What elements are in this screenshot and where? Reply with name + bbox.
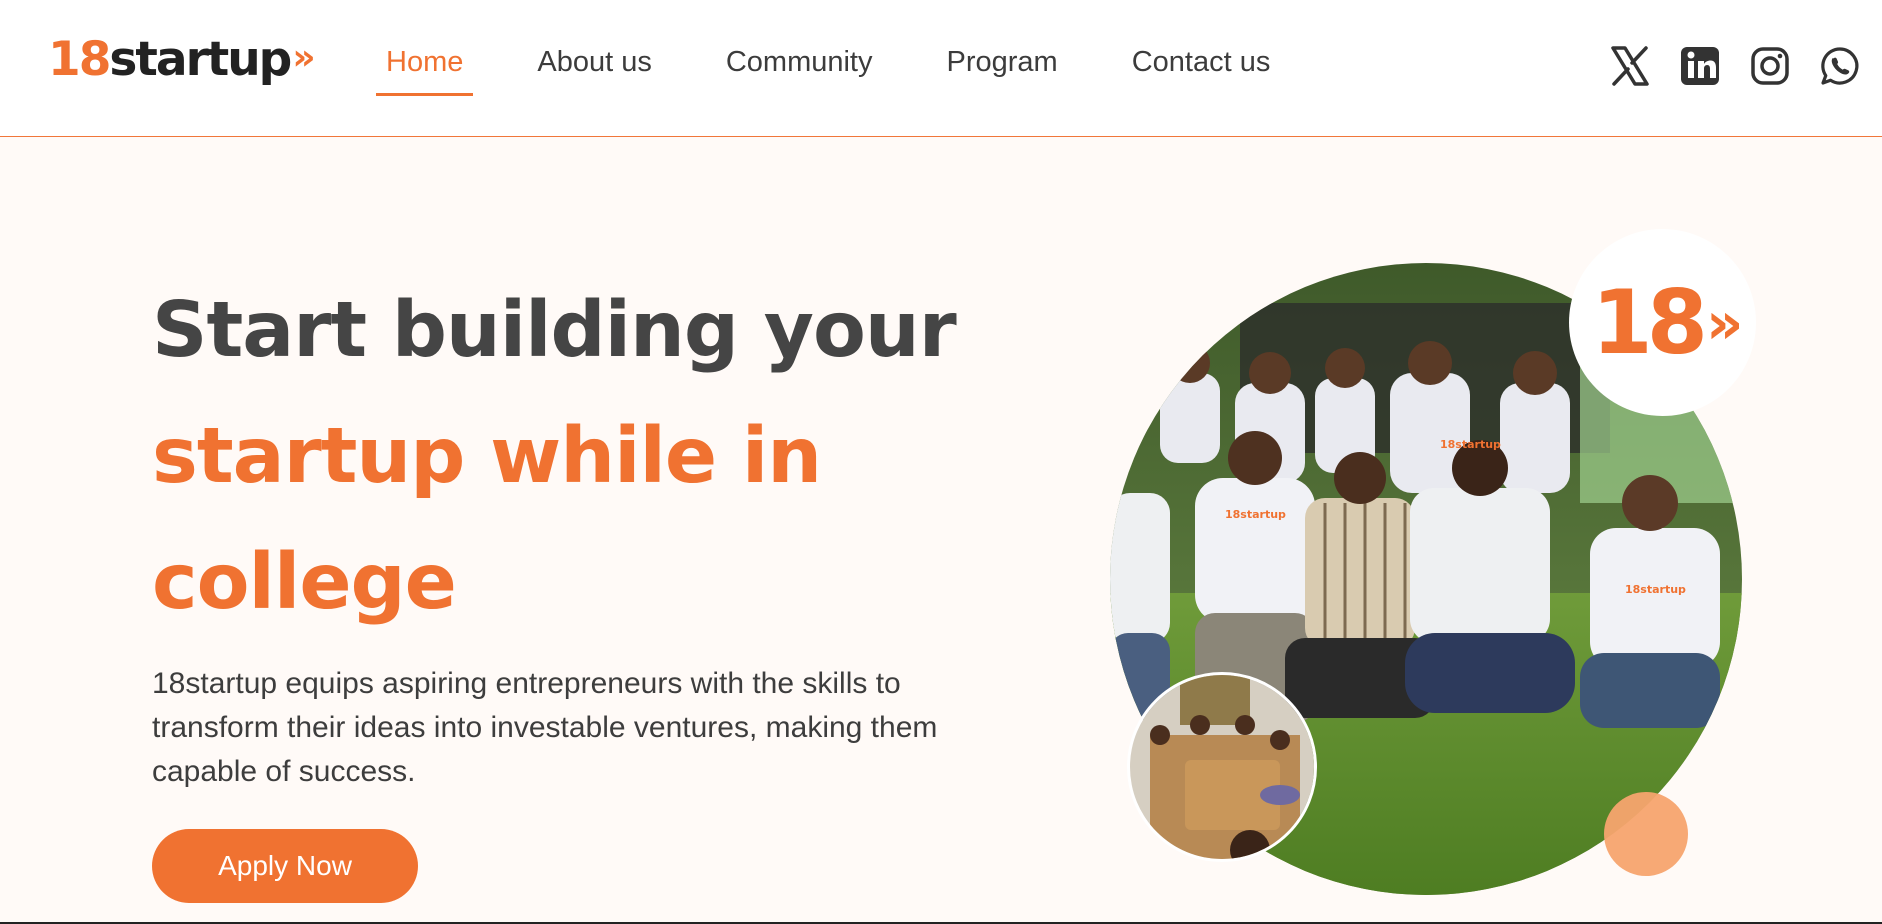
decorative-dot xyxy=(1604,792,1688,876)
nav-about-us[interactable]: About us xyxy=(527,40,661,96)
site-header: 18startup» Home About us Community Progr… xyxy=(0,0,1882,137)
meeting-photo xyxy=(1127,672,1317,862)
whatsapp-icon[interactable] xyxy=(1818,44,1862,88)
hero-title-line-2: startup while in xyxy=(152,412,822,501)
linkedin-icon[interactable] xyxy=(1678,44,1722,88)
apply-now-button[interactable]: Apply Now xyxy=(152,829,418,903)
svg-text:18startup: 18startup xyxy=(1440,438,1501,451)
logo-chevron: » xyxy=(292,37,315,78)
hero-title: Start building your startup while in col… xyxy=(152,268,1052,646)
badge-number: 18 xyxy=(1591,271,1708,374)
nav-program[interactable]: Program xyxy=(937,40,1068,96)
hero-title-line-3: college xyxy=(152,538,457,627)
logo[interactable]: 18startup» xyxy=(48,28,316,90)
main-nav: Home About us Community Program Contact … xyxy=(376,40,1334,96)
nav-community[interactable]: Community xyxy=(716,40,883,96)
svg-text:18startup: 18startup xyxy=(1225,508,1286,521)
logo-number: 18 xyxy=(48,32,111,87)
badge-chevron: » xyxy=(1706,288,1744,357)
instagram-icon[interactable] xyxy=(1748,44,1792,88)
hero-description: 18startup equips aspiring entrepreneurs … xyxy=(152,667,938,788)
x-icon[interactable] xyxy=(1608,44,1652,88)
hero-title-line-1: Start building your xyxy=(152,286,957,375)
logo-word: startup xyxy=(109,32,292,87)
brand-badge: 18» xyxy=(1569,229,1756,416)
nav-contact-us[interactable]: Contact us xyxy=(1122,40,1281,96)
svg-text:18startup: 18startup xyxy=(1625,583,1686,596)
nav-home[interactable]: Home xyxy=(376,40,474,96)
